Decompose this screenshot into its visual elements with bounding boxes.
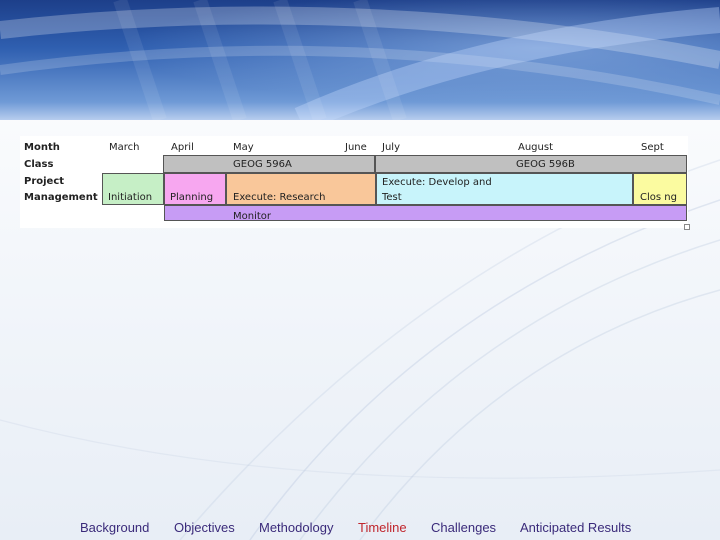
nav-challenges[interactable]: Challenges <box>431 520 496 535</box>
class-bar-geog-596b: GEOG 596B <box>375 155 687 173</box>
phase-label: Planning <box>170 192 214 203</box>
section-nav: Background Objectives Methodology Timeli… <box>0 520 720 538</box>
phase-label-line1: Execute: Develop and <box>382 177 492 188</box>
nav-objectives[interactable]: Objectives <box>174 520 235 535</box>
row-label-management: Management <box>24 192 98 203</box>
phase-label: Clos ng <box>640 192 677 203</box>
phase-execute-research: Execute: Research <box>226 173 376 205</box>
phase-label-line2: Test <box>382 192 402 203</box>
phase-execute-develop-test: Execute: Develop and Test <box>376 173 633 205</box>
phase-initiation: Initiation <box>102 173 164 205</box>
phase-label: Monitor <box>233 211 272 222</box>
month-july: July <box>382 142 400 153</box>
row-label-project: Project <box>24 176 65 187</box>
month-may: May <box>233 142 254 153</box>
timeline-gantt-table: Month March April May June July August S… <box>20 136 688 228</box>
header-month: Month <box>24 142 60 153</box>
phase-closing: Clos ng <box>633 173 687 205</box>
nav-anticipated-results[interactable]: Anticipated Results <box>520 520 631 535</box>
month-march: March <box>109 142 140 153</box>
phase-monitor: Monitor <box>164 205 687 222</box>
phase-label: Initiation <box>108 192 153 203</box>
nav-background[interactable]: Background <box>80 520 149 535</box>
phase-label: Execute: Research <box>233 192 326 203</box>
nav-timeline[interactable]: Timeline <box>358 520 407 535</box>
phase-planning: Planning <box>164 173 226 205</box>
class-bar-geog-596a: GEOG 596A <box>163 155 375 173</box>
class-bar-label: GEOG 596A <box>233 159 292 170</box>
class-bar-label: GEOG 596B <box>516 159 575 170</box>
month-sept: Sept <box>641 142 664 153</box>
table-resize-handle[interactable] <box>684 224 690 230</box>
month-august: August <box>518 142 553 153</box>
slide: Month March April May June July August S… <box>0 0 720 540</box>
row-label-class: Class <box>24 159 54 170</box>
background-swirls <box>0 159 720 540</box>
nav-methodology[interactable]: Methodology <box>259 520 333 535</box>
month-april: April <box>171 142 194 153</box>
month-june: June <box>345 142 367 153</box>
